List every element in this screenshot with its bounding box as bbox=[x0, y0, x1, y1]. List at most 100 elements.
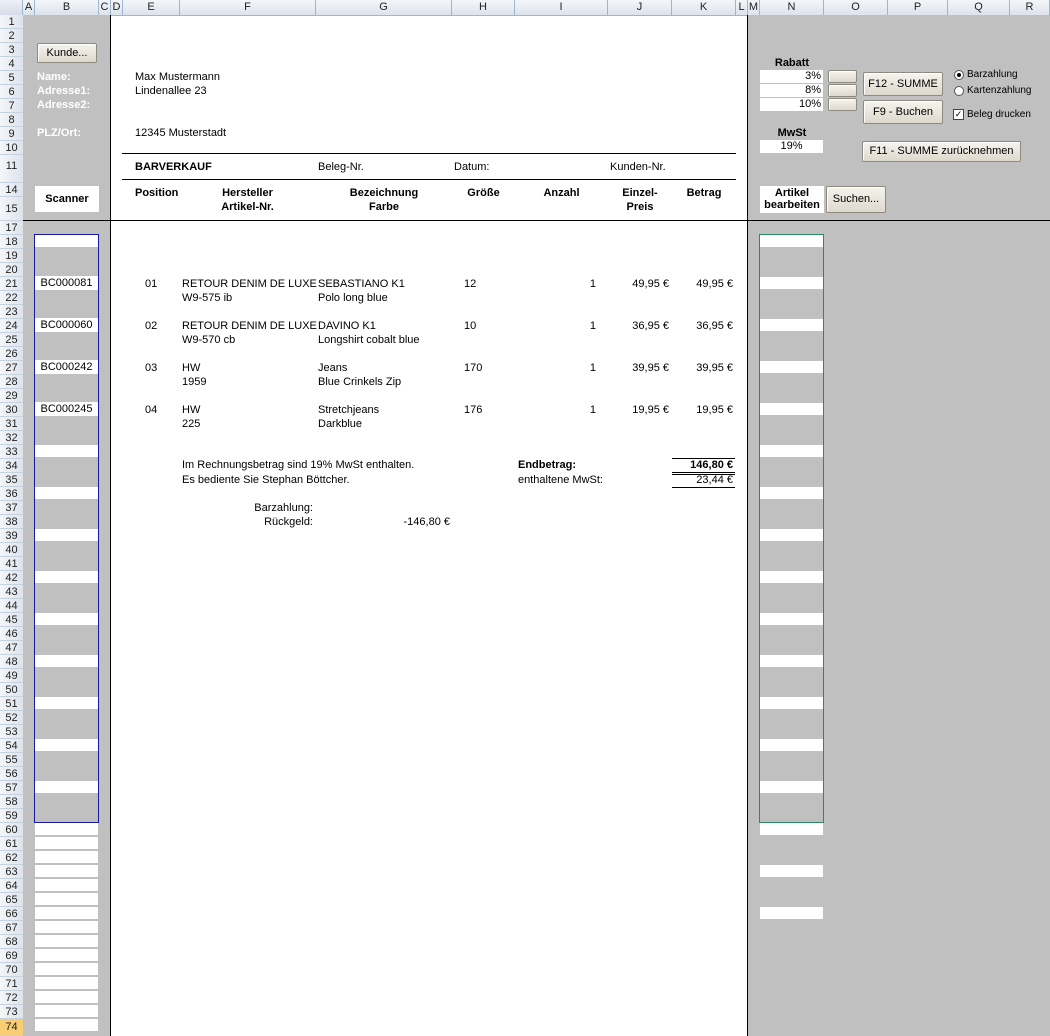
scanner-cell[interactable] bbox=[35, 1019, 98, 1031]
artikel-edit-cell[interactable] bbox=[760, 235, 823, 247]
item-artikel-nr[interactable]: 225 bbox=[182, 418, 200, 430]
row-header[interactable]: 67 bbox=[0, 921, 23, 935]
item-groesse[interactable]: 170 bbox=[464, 362, 482, 374]
item-hersteller[interactable]: HW bbox=[182, 362, 200, 374]
artikel-edit-cell[interactable] bbox=[760, 529, 823, 541]
kartenzahlung-radio[interactable] bbox=[954, 86, 964, 96]
scanner-cell[interactable] bbox=[35, 529, 98, 541]
row-header[interactable]: 38 bbox=[0, 515, 23, 529]
rabatt-apply-button[interactable] bbox=[828, 70, 857, 83]
row-header[interactable]: 44 bbox=[0, 599, 23, 613]
scanner-code[interactable]: BC000060 bbox=[35, 318, 98, 332]
scanner-cell[interactable] bbox=[35, 697, 98, 709]
row-header[interactable]: 55 bbox=[0, 753, 23, 767]
item-anzahl[interactable]: 1 bbox=[515, 404, 596, 416]
scanner-cell[interactable] bbox=[35, 949, 98, 961]
f12-summe-button[interactable]: F12 - SUMME bbox=[863, 72, 943, 96]
row-header[interactable]: 20 bbox=[0, 263, 23, 277]
item-farbe[interactable]: Polo long blue bbox=[318, 292, 388, 304]
customer-plz-ort[interactable]: 12345 Musterstadt bbox=[135, 127, 226, 139]
row-header[interactable]: 25 bbox=[0, 333, 23, 347]
scanner-code[interactable]: BC000081 bbox=[35, 276, 98, 290]
col-header-m[interactable]: M bbox=[748, 0, 760, 15]
row-header[interactable]: 71 bbox=[0, 977, 23, 991]
item-position[interactable]: 04 bbox=[145, 404, 157, 416]
item-hersteller[interactable]: RETOUR DENIM DE LUXE bbox=[182, 278, 317, 290]
row-header[interactable]: 22 bbox=[0, 291, 23, 305]
select-all-corner[interactable] bbox=[0, 0, 23, 15]
row-header[interactable]: 72 bbox=[0, 991, 23, 1005]
row-header[interactable]: 45 bbox=[0, 613, 23, 627]
customer-name[interactable]: Max Mustermann bbox=[135, 71, 220, 83]
row-header[interactable]: 66 bbox=[0, 907, 23, 921]
row-header[interactable]: 28 bbox=[0, 375, 23, 389]
scanner-cell[interactable] bbox=[35, 837, 98, 849]
rabatt-apply-button[interactable] bbox=[828, 98, 857, 111]
rabatt-value[interactable]: 8% bbox=[760, 84, 823, 97]
row-header[interactable]: 47 bbox=[0, 641, 23, 655]
col-header-g[interactable]: G bbox=[316, 0, 452, 15]
row-header[interactable]: 4 bbox=[0, 57, 23, 71]
col-header-h[interactable]: H bbox=[452, 0, 515, 15]
artikel-edit-cell[interactable] bbox=[760, 403, 823, 415]
row-header[interactable]: 36 bbox=[0, 487, 23, 501]
row-header[interactable]: 62 bbox=[0, 851, 23, 865]
row-header[interactable]: 52 bbox=[0, 711, 23, 725]
col-header-n[interactable]: N bbox=[760, 0, 824, 15]
artikel-edit-cell[interactable] bbox=[760, 739, 823, 751]
row-header[interactable]: 1 bbox=[0, 15, 23, 29]
item-farbe[interactable]: Darkblue bbox=[318, 418, 362, 430]
row-header[interactable]: 74 bbox=[0, 1019, 23, 1036]
scanner-cell[interactable] bbox=[35, 977, 98, 989]
col-header-r[interactable]: R bbox=[1010, 0, 1050, 15]
scanner-cell[interactable] bbox=[35, 655, 98, 667]
row-header[interactable]: 46 bbox=[0, 627, 23, 641]
scanner-code[interactable]: BC000245 bbox=[35, 402, 98, 416]
item-farbe[interactable]: Longshirt cobalt blue bbox=[318, 334, 420, 346]
artikel-edit-cell[interactable] bbox=[760, 487, 823, 499]
row-header[interactable]: 32 bbox=[0, 431, 23, 445]
col-header-c[interactable]: C bbox=[99, 0, 111, 15]
item-betrag[interactable]: 36,95 € bbox=[672, 320, 733, 332]
row-header[interactable]: 19 bbox=[0, 249, 23, 263]
col-header-q[interactable]: Q bbox=[948, 0, 1010, 15]
artikel-edit-cell[interactable] bbox=[760, 781, 823, 793]
row-header[interactable]: 61 bbox=[0, 837, 23, 851]
col-header-f[interactable]: F bbox=[180, 0, 316, 15]
row-header[interactable]: 29 bbox=[0, 389, 23, 403]
row-header[interactable]: 2 bbox=[0, 29, 23, 43]
row-header[interactable]: 53 bbox=[0, 725, 23, 739]
row-header[interactable]: 33 bbox=[0, 445, 23, 459]
row-header[interactable]: 23 bbox=[0, 305, 23, 319]
row-header[interactable]: 34 bbox=[0, 459, 23, 473]
scanner-cell[interactable] bbox=[35, 571, 98, 583]
col-header-p[interactable]: P bbox=[888, 0, 948, 15]
row-header[interactable]: 65 bbox=[0, 893, 23, 907]
barzahlung-radio[interactable] bbox=[954, 70, 964, 80]
row-header[interactable]: 56 bbox=[0, 767, 23, 781]
scanner-cell[interactable] bbox=[35, 613, 98, 625]
item-anzahl[interactable]: 1 bbox=[515, 278, 596, 290]
item-position[interactable]: 03 bbox=[145, 362, 157, 374]
row-header[interactable]: 24 bbox=[0, 319, 23, 333]
item-hersteller[interactable]: RETOUR DENIM DE LUXE bbox=[182, 320, 317, 332]
scanner-cell[interactable] bbox=[35, 739, 98, 751]
row-header[interactable]: 50 bbox=[0, 683, 23, 697]
scanner-cell[interactable] bbox=[35, 487, 98, 499]
mwst-value[interactable]: 19% bbox=[760, 140, 823, 153]
scanner-cell[interactable] bbox=[35, 823, 98, 835]
suchen-button[interactable]: Suchen... bbox=[826, 186, 886, 213]
scanner-cell[interactable] bbox=[35, 235, 98, 247]
item-bezeichnung[interactable]: DAVINO K1 bbox=[318, 320, 376, 332]
row-header[interactable]: 21 bbox=[0, 277, 23, 291]
scanner-cell[interactable] bbox=[35, 879, 98, 891]
item-betrag[interactable]: 49,95 € bbox=[672, 278, 733, 290]
artikel-edit-cell[interactable] bbox=[760, 865, 823, 877]
scanner-cell[interactable] bbox=[35, 865, 98, 877]
scanner-cell[interactable] bbox=[35, 921, 98, 933]
col-header-b[interactable]: B bbox=[35, 0, 99, 15]
scanner-cell[interactable] bbox=[35, 445, 98, 457]
row-header[interactable]: 60 bbox=[0, 823, 23, 837]
row-header[interactable]: 30 bbox=[0, 403, 23, 417]
artikel-edit-cell[interactable] bbox=[760, 361, 823, 373]
